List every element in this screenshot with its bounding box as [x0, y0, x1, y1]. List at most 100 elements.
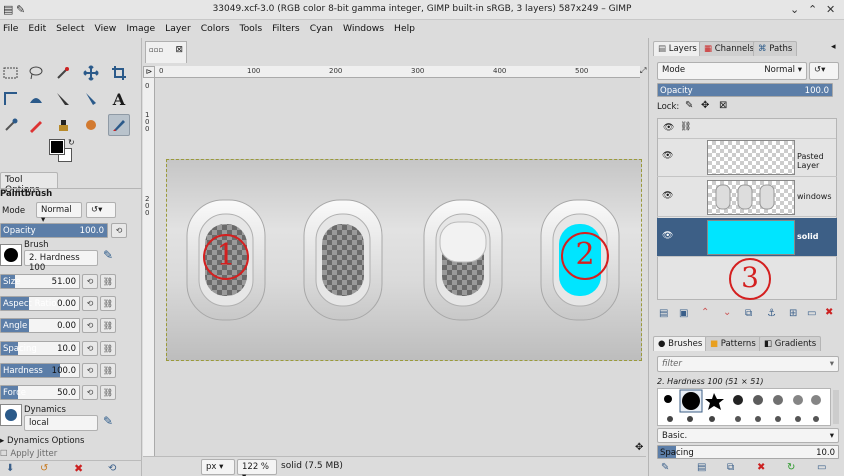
- lock-alpha-icon[interactable]: ⊠: [719, 100, 727, 111]
- spacing-slider[interactable]: Spacing 10.0: [0, 341, 80, 356]
- layer-mask-icon[interactable]: ▭: [807, 308, 816, 319]
- refresh-brushes-icon[interactable]: ↻: [787, 462, 795, 473]
- opacity-slider[interactable]: Opacity 100.0: [0, 223, 108, 238]
- maximize-icon[interactable]: ⌃: [808, 3, 817, 16]
- brush-preview[interactable]: [0, 244, 22, 266]
- delete-options-icon[interactable]: ✖: [74, 462, 83, 475]
- brush-filter-input[interactable]: filter ▾: [657, 356, 839, 372]
- canvas-viewport[interactable]: 1 2: [155, 78, 642, 468]
- menu-tools[interactable]: Tools: [235, 20, 268, 38]
- size-link-button[interactable]: ⛓: [100, 274, 116, 289]
- force-link-button[interactable]: ⛓: [100, 385, 116, 400]
- dock-menu-icon[interactable]: ◂: [831, 42, 836, 52]
- tab-layers[interactable]: ▤ Layers: [653, 41, 702, 56]
- mode-select[interactable]: Normal ▾: [36, 202, 82, 225]
- visibility-eye-icon[interactable]: 👁: [662, 151, 673, 161]
- edit-dynamics-icon[interactable]: ✎: [103, 414, 113, 428]
- menu-filters[interactable]: Filters: [267, 20, 305, 38]
- paintbrush-tool-icon[interactable]: [108, 114, 130, 136]
- size-slider[interactable]: Size 51.00: [0, 274, 80, 289]
- horizontal-ruler[interactable]: 0 100 200 300 400 500: [155, 66, 640, 78]
- hardness-reset-button[interactable]: ⟲: [82, 363, 98, 378]
- image-canvas[interactable]: 1 2: [166, 159, 642, 361]
- text-tool-icon[interactable]: A: [108, 88, 130, 110]
- clone-tool-icon[interactable]: [80, 88, 102, 110]
- merge-layer-icon[interactable]: ⊞: [789, 308, 797, 319]
- layer-mode-select[interactable]: Mode Normal ▾: [657, 62, 807, 80]
- anchor-layer-icon[interactable]: ⚓: [767, 308, 776, 319]
- size-reset-button[interactable]: ⟲: [82, 274, 98, 289]
- image-tab[interactable]: ▫▫▫ ⊠: [145, 41, 187, 63]
- swap-colors-icon[interactable]: ↻: [68, 138, 75, 147]
- spacing-link-button[interactable]: ⛓: [100, 341, 116, 356]
- opacity-reset-button[interactable]: ⟲: [111, 223, 127, 238]
- delete-layer-icon[interactable]: ✖: [825, 307, 833, 318]
- tab-brushes[interactable]: ● Brushes: [653, 336, 708, 351]
- menu-select[interactable]: Select: [51, 20, 89, 38]
- navigate-icon[interactable]: ⤢: [640, 66, 646, 78]
- brush-grid-scrollbar[interactable]: [833, 390, 839, 424]
- save-options-icon[interactable]: ⬇: [6, 463, 14, 474]
- aspect-ratio-slider[interactable]: Aspect Ratio 0.00: [0, 296, 80, 311]
- menu-file[interactable]: File: [3, 20, 23, 38]
- angle-reset-button[interactable]: ⟲: [82, 318, 98, 333]
- zoom-select[interactable]: 122 % ▾: [237, 459, 277, 476]
- spacing-reset-button[interactable]: ⟲: [82, 341, 98, 356]
- close-icon[interactable]: ✕: [826, 3, 835, 16]
- visibility-eye-icon[interactable]: 👁: [662, 191, 673, 201]
- edit-brush-icon[interactable]: ✎: [661, 462, 669, 473]
- brush-spacing-slider[interactable]: Spacing 10.0: [657, 445, 839, 459]
- tab-paths[interactable]: ⌘ Paths: [753, 41, 798, 56]
- duplicate-layer-icon[interactable]: ⧉: [745, 308, 752, 319]
- color-picker-tool-icon[interactable]: [0, 114, 22, 136]
- angle-slider[interactable]: Angle 0.00: [0, 318, 80, 333]
- visibility-eye-icon[interactable]: 👁: [662, 231, 673, 241]
- layer-row-pasted[interactable]: 👁 Pasted Layer: [657, 138, 837, 177]
- hardness-link-button[interactable]: ⛓: [100, 363, 116, 378]
- smudge-tool-icon[interactable]: [80, 114, 102, 136]
- menu-layer[interactable]: Layer: [160, 20, 196, 38]
- lower-layer-icon[interactable]: ⌄: [723, 307, 731, 318]
- move-tool-icon[interactable]: [80, 62, 102, 84]
- rect-select-tool-icon[interactable]: [0, 62, 22, 84]
- minimize-icon[interactable]: ⌄: [790, 3, 799, 16]
- raise-layer-icon[interactable]: ⌃: [701, 307, 709, 318]
- image-tab-close-icon[interactable]: ⊠: [175, 45, 183, 55]
- menu-image[interactable]: Image: [121, 20, 160, 38]
- new-layer-group-icon[interactable]: ▣: [679, 308, 688, 319]
- layer-opacity-slider[interactable]: Opacity 100.0: [657, 83, 833, 97]
- crop-tool-icon[interactable]: [108, 62, 130, 84]
- dynamics-preview[interactable]: [0, 404, 22, 426]
- unified-transform-tool-icon[interactable]: [0, 88, 22, 110]
- menu-view[interactable]: View: [90, 20, 122, 38]
- paths-tool-icon[interactable]: [52, 88, 74, 110]
- vertical-ruler[interactable]: 0 1 0 0 2 0 0: [143, 78, 155, 468]
- unit-select[interactable]: px ▾: [201, 459, 235, 475]
- quick-mask-corner-icon[interactable]: ⊳: [143, 66, 155, 78]
- mode-reset-button[interactable]: ↺▾: [86, 202, 116, 218]
- airbrush-tool-icon[interactable]: [52, 114, 74, 136]
- edit-brush-icon[interactable]: ✎: [103, 248, 113, 262]
- tab-patterns[interactable]: ■ Patterns: [705, 336, 761, 351]
- aspect-reset-button[interactable]: ⟲: [82, 296, 98, 311]
- foreground-color-swatch[interactable]: [49, 139, 65, 155]
- angle-link-button[interactable]: ⛓: [100, 318, 116, 333]
- new-layer-icon[interactable]: ▤: [659, 308, 668, 319]
- delete-brush-icon[interactable]: ✖: [757, 462, 765, 473]
- aspect-link-button[interactable]: ⛓: [100, 296, 116, 311]
- navigate-crosshair-icon[interactable]: ✥: [635, 442, 643, 453]
- brush-grid[interactable]: [657, 388, 831, 426]
- force-slider[interactable]: Force 50.0: [0, 385, 80, 400]
- fuzzy-select-tool-icon[interactable]: [52, 62, 74, 84]
- lasso-tool-icon[interactable]: [25, 62, 47, 84]
- layer-row-windows[interactable]: 👁 windows: [657, 178, 837, 217]
- warp-transform-tool-icon[interactable]: [25, 88, 47, 110]
- duplicate-brush-icon[interactable]: ⧉: [727, 462, 734, 473]
- menu-windows[interactable]: Windows: [338, 20, 389, 38]
- layer-mode-reset-button[interactable]: ↺▾: [809, 62, 839, 80]
- hardness-slider[interactable]: Hardness 100.0: [0, 363, 80, 378]
- menu-colors[interactable]: Colors: [196, 20, 235, 38]
- tab-tool-options[interactable]: Tool Options: [0, 172, 58, 195]
- apply-jitter-checkbox[interactable]: ☐ Apply Jitter: [0, 449, 57, 459]
- menu-help[interactable]: Help: [389, 20, 420, 38]
